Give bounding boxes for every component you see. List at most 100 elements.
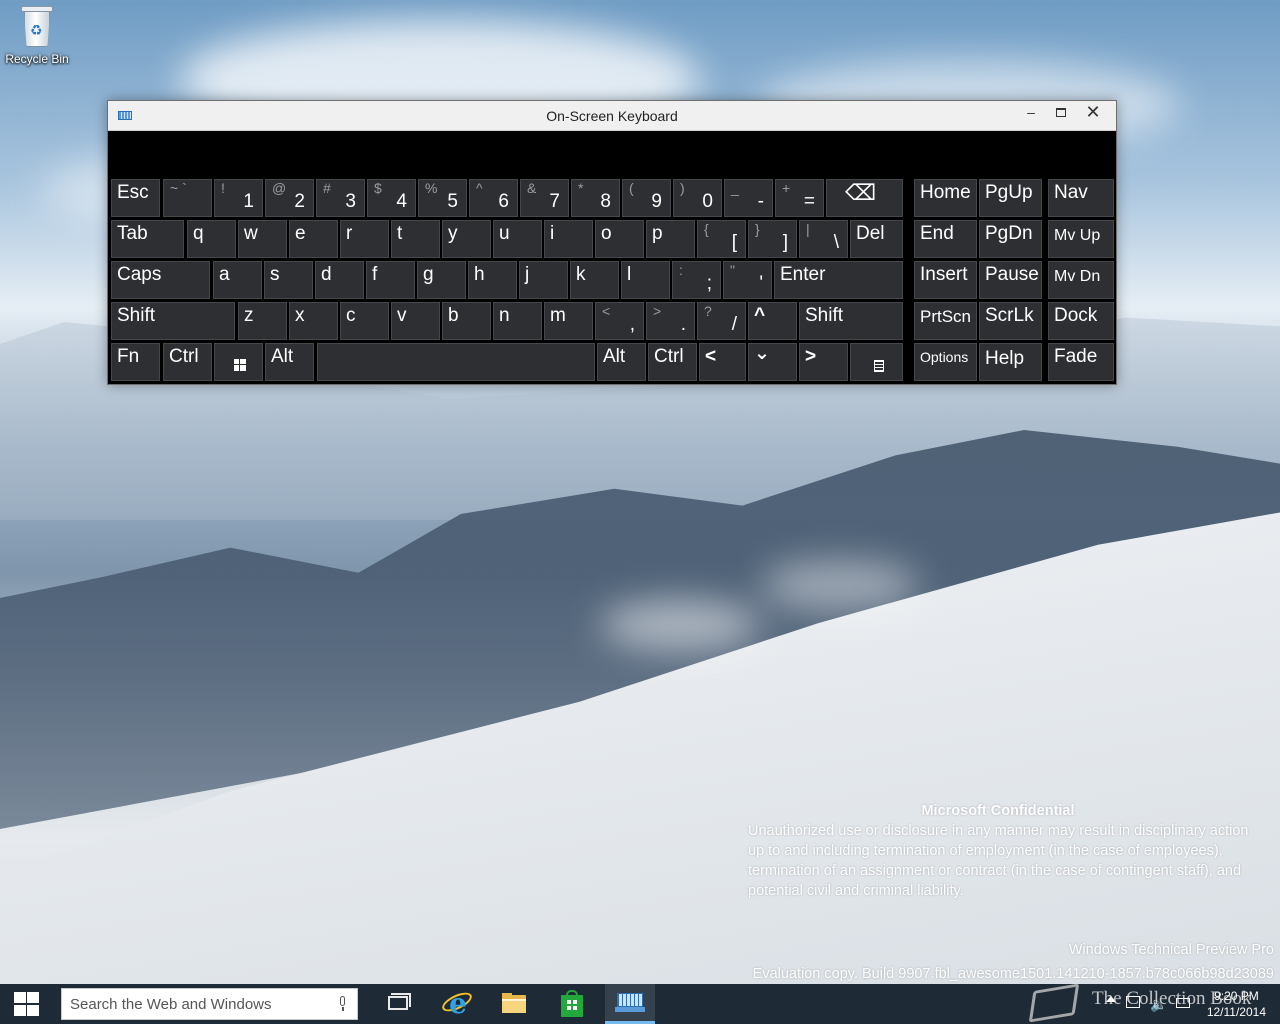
key-shift-left[interactable]: Shift (111, 302, 235, 340)
close-button[interactable]: ✕ (1076, 101, 1110, 123)
key-semicolon[interactable]: :; (672, 261, 721, 299)
key-3[interactable]: #3 (316, 179, 365, 217)
key-shift-right[interactable]: Shift (799, 302, 903, 340)
key-end[interactable]: End (914, 220, 977, 258)
clock[interactable]: 9:20 PM 12/11/2014 (1207, 988, 1266, 1020)
key-0[interactable]: ) 0 (673, 179, 722, 217)
key-c[interactable]: c (340, 302, 389, 340)
key-o[interactable]: o (595, 220, 644, 258)
key-backtick[interactable]: ~ ` (163, 179, 212, 217)
key-insert[interactable]: Insert (914, 261, 977, 299)
internet-explorer-button[interactable]: e (432, 984, 482, 1024)
key-a[interactable]: a (213, 261, 262, 299)
volume-icon[interactable]: 🔈 (1150, 996, 1167, 1013)
key-pgdn[interactable]: PgDn (979, 220, 1042, 258)
key-move-down[interactable]: Mv Dn (1048, 261, 1114, 299)
key-z[interactable]: z (238, 302, 287, 340)
minimize-button[interactable]: – (1016, 101, 1046, 123)
key-v[interactable]: v (391, 302, 440, 340)
key-d[interactable]: d (315, 261, 364, 299)
key-backspace[interactable]: ⌫ (826, 179, 903, 217)
search-input[interactable] (62, 989, 357, 1019)
key-caps[interactable]: Caps (111, 261, 210, 299)
key-i[interactable]: i (544, 220, 593, 258)
key-quote[interactable]: " ' (723, 261, 772, 299)
file-explorer-button[interactable] (489, 984, 539, 1024)
key-7[interactable]: & 7 (520, 179, 569, 217)
key-2[interactable]: @2 (265, 179, 314, 217)
key-nav[interactable]: Nav (1048, 179, 1114, 217)
search-box[interactable] (61, 988, 358, 1020)
key-prtscn[interactable]: PrtScn (914, 302, 977, 340)
key-arrow-down[interactable]: ⌄ (748, 343, 797, 381)
key-arrow-left[interactable]: < (699, 343, 746, 381)
key-equals[interactable]: + = (775, 179, 824, 217)
key-help[interactable]: Help (979, 343, 1042, 381)
start-button[interactable] (0, 984, 52, 1024)
action-center-icon[interactable] (1176, 998, 1190, 1008)
key-e[interactable]: e (289, 220, 338, 258)
key-j[interactable]: j (519, 261, 568, 299)
key-ctrl-right[interactable]: Ctrl (648, 343, 697, 381)
key-w[interactable]: w (238, 220, 287, 258)
key-u[interactable]: u (493, 220, 542, 258)
key-home[interactable]: Home (914, 179, 977, 217)
key-9[interactable]: (9 (622, 179, 671, 217)
key-move-up[interactable]: Mv Up (1048, 220, 1114, 258)
key-n[interactable]: n (493, 302, 542, 340)
key-pause[interactable]: Pause (979, 261, 1042, 299)
key-6[interactable]: ^ 6 (469, 179, 518, 217)
key-m[interactable]: m (544, 302, 593, 340)
show-hidden-icons-icon[interactable] (1106, 996, 1116, 1002)
key-l[interactable]: l (621, 261, 670, 299)
key-space[interactable] (317, 343, 595, 381)
key-x[interactable]: x (289, 302, 338, 340)
key-menu[interactable] (850, 343, 903, 381)
key-f[interactable]: f (366, 261, 415, 299)
microphone-icon[interactable] (338, 996, 347, 1012)
key-arrow-up[interactable]: ^ (748, 302, 797, 340)
key-k[interactable]: k (570, 261, 619, 299)
key-b[interactable]: b (442, 302, 491, 340)
key-period[interactable]: >. (646, 302, 695, 340)
key-tab[interactable]: Tab (111, 220, 184, 258)
key-alt-left[interactable]: Alt (265, 343, 314, 381)
key-4[interactable]: $4 (367, 179, 416, 217)
key-options[interactable]: Options (914, 343, 977, 381)
key-scrlk[interactable]: ScrLk (979, 302, 1042, 340)
key-esc[interactable]: Esc (111, 179, 160, 217)
key-h[interactable]: h (468, 261, 517, 299)
key-5[interactable]: % 5 (418, 179, 467, 217)
key-t[interactable]: t (391, 220, 440, 258)
key-q[interactable]: q (187, 220, 236, 258)
on-screen-keyboard-taskbar-button[interactable] (605, 984, 655, 1024)
key-arrow-right[interactable]: > (799, 343, 848, 381)
key-minus[interactable]: _ - (724, 179, 773, 217)
key-del[interactable]: Del (850, 220, 903, 258)
key-g[interactable]: g (417, 261, 466, 299)
key-8[interactable]: * 8 (571, 179, 620, 217)
key-fn[interactable]: Fn (111, 343, 160, 381)
network-icon[interactable] (1126, 996, 1140, 1008)
key-windows[interactable] (214, 343, 263, 381)
key-open-bracket[interactable]: {[ (697, 220, 746, 258)
title-bar[interactable]: On-Screen Keyboard – ✕ (108, 101, 1116, 131)
key-ctrl-left[interactable]: Ctrl (163, 343, 212, 381)
key-alt-right[interactable]: Alt (597, 343, 646, 381)
key-dock[interactable]: Dock (1048, 302, 1114, 340)
key-y[interactable]: y (442, 220, 491, 258)
key-pgup[interactable]: PgUp (979, 179, 1042, 217)
key-backslash[interactable]: | \ (799, 220, 848, 258)
key-slash[interactable]: ? / (697, 302, 746, 340)
key-fade[interactable]: Fade (1048, 343, 1114, 381)
key-s[interactable]: s (264, 261, 313, 299)
key-p[interactable]: p (646, 220, 695, 258)
key-close-bracket[interactable]: }] (748, 220, 797, 258)
key-r[interactable]: r (340, 220, 389, 258)
maximize-button[interactable] (1046, 101, 1076, 123)
key-comma[interactable]: <, (595, 302, 644, 340)
store-button[interactable] (547, 984, 597, 1024)
desktop-icon-recycle-bin[interactable]: ♻ Recycle Bin (4, 6, 70, 66)
key-1[interactable]: ! 1 (214, 179, 263, 217)
task-view-button[interactable] (374, 984, 424, 1024)
